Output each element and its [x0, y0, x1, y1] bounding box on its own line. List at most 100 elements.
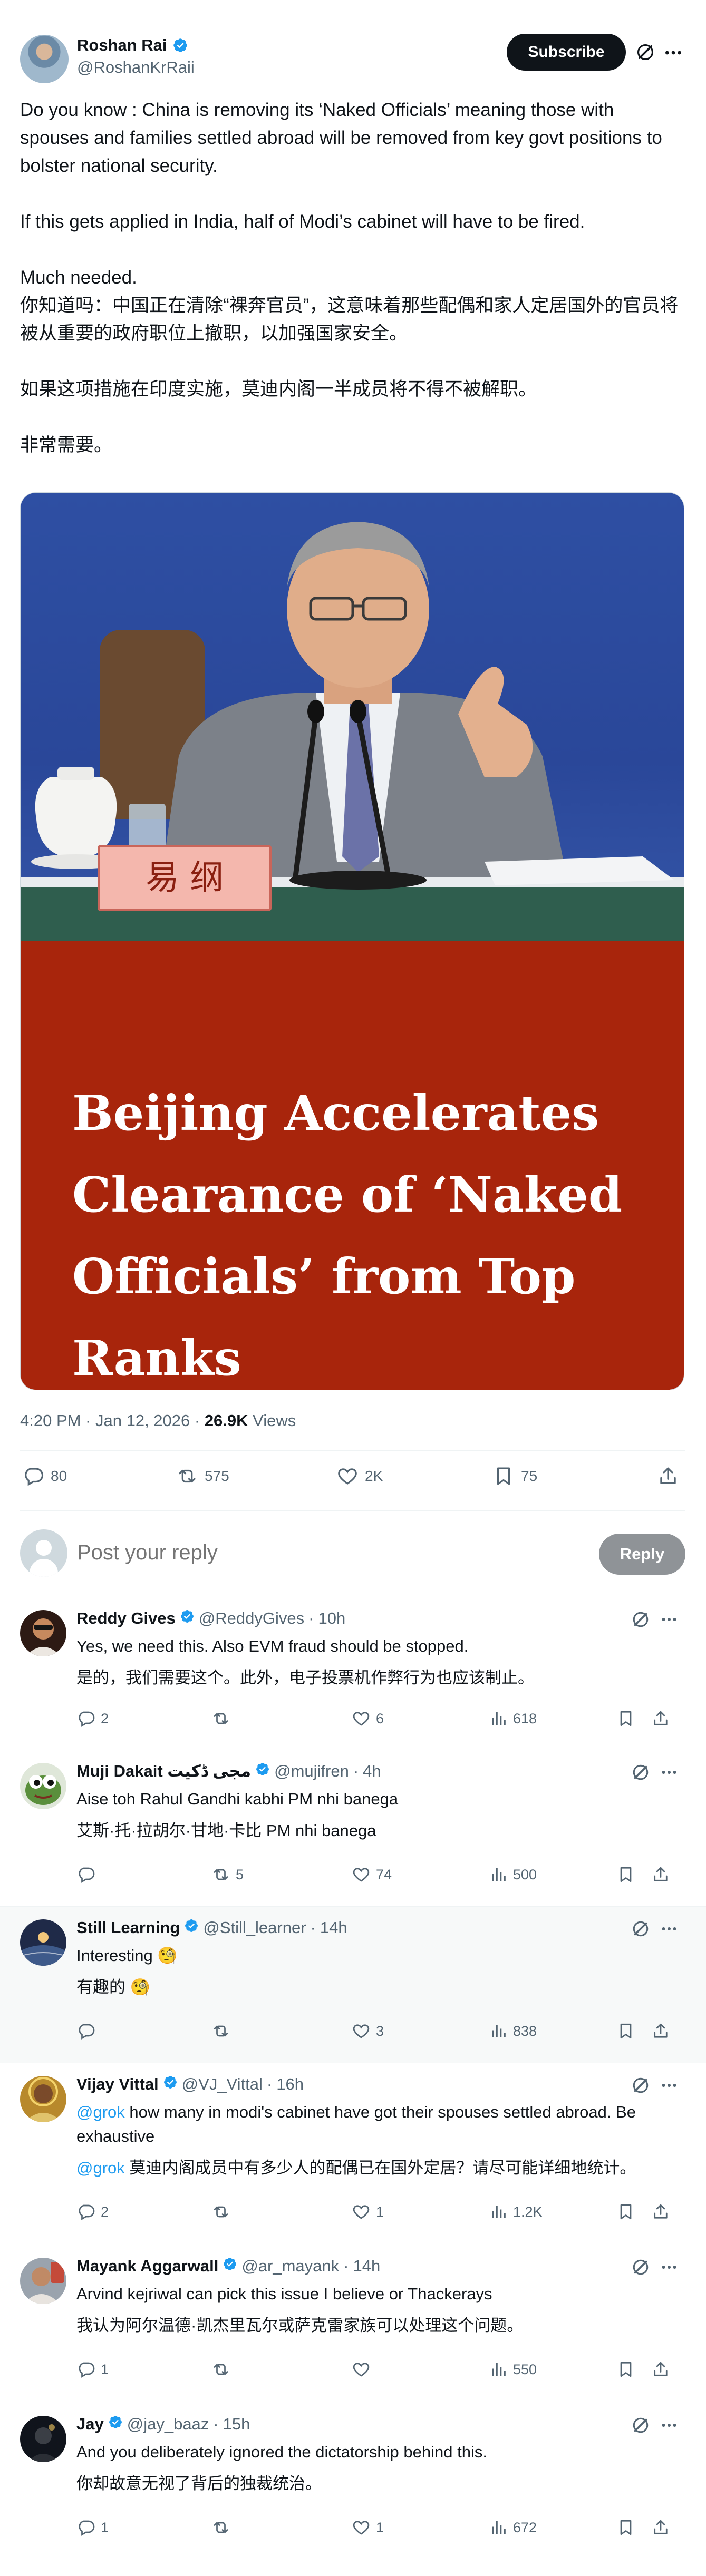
- bookmark-button[interactable]: 75: [492, 1465, 537, 1487]
- grok-icon[interactable]: [631, 1610, 650, 1629]
- repost-button[interactable]: [211, 2202, 236, 2221]
- share-button[interactable]: [657, 1465, 679, 1487]
- reply-avatar[interactable]: [20, 2076, 66, 2122]
- reply-time[interactable]: 15h: [223, 2415, 250, 2434]
- mention-link[interactable]: @grok: [76, 2159, 125, 2177]
- reply-button[interactable]: [76, 2022, 101, 2041]
- more-icon[interactable]: [660, 1763, 679, 1782]
- share-button[interactable]: [651, 2518, 670, 2537]
- mention-link[interactable]: @grok: [76, 2103, 125, 2121]
- tweet-media[interactable]: 易 纲 Beijing Accelerates Clearance of ‘Na…: [20, 492, 684, 1390]
- views-button[interactable]: 672: [489, 2518, 537, 2537]
- like-button[interactable]: 2K: [336, 1465, 383, 1487]
- reply-button[interactable]: [76, 1865, 101, 1884]
- reply-item[interactable]: Vijay Vittal @VJ_Vittal · 16h @grok how …: [0, 2063, 706, 2245]
- reply-item[interactable]: Mayank Aggarwall @ar_mayank · 14h Arvind…: [0, 2245, 706, 2403]
- reply-item[interactable]: Jay @jay_baaz · 15h And you deliberately…: [0, 2403, 706, 2561]
- reply-author-name[interactable]: Vijay Vittal: [76, 2075, 159, 2094]
- reply-time[interactable]: 10h: [318, 1609, 345, 1628]
- repost-button[interactable]: [211, 1709, 236, 1728]
- reply-author-name[interactable]: Reddy Gives: [76, 1609, 176, 1628]
- views-button[interactable]: 550: [489, 2360, 537, 2379]
- views-button[interactable]: 838: [489, 2022, 537, 2041]
- reply-author-handle[interactable]: @ar_mayank: [241, 2257, 339, 2276]
- bookmark-button[interactable]: [616, 1709, 635, 1728]
- bookmark-button[interactable]: [616, 2518, 635, 2537]
- repost-button[interactable]: 5: [211, 1865, 244, 1884]
- grok-icon[interactable]: [631, 2258, 650, 2277]
- more-icon[interactable]: [660, 1610, 679, 1629]
- grok-icon[interactable]: [635, 42, 655, 62]
- reply-time[interactable]: 16h: [276, 2075, 304, 2094]
- reply-button[interactable]: 2: [76, 1709, 109, 1728]
- like-button[interactable]: 74: [352, 1865, 392, 1884]
- more-icon[interactable]: [660, 2076, 679, 2095]
- reply-button[interactable]: 2: [76, 2202, 109, 2221]
- reply-author-handle[interactable]: @Still_learner: [203, 1918, 306, 1937]
- reply-author-handle[interactable]: @VJ_Vittal: [182, 2075, 263, 2094]
- repost-button[interactable]: [211, 2022, 236, 2041]
- tweet-timestamp[interactable]: 4:20 PM · Jan 12, 2026 ·: [20, 1411, 205, 1430]
- grok-icon[interactable]: [631, 1919, 650, 1938]
- reply-author-handle[interactable]: @mujifren: [274, 1762, 349, 1781]
- like-button[interactable]: 3: [352, 2022, 384, 2041]
- share-button[interactable]: [651, 2360, 670, 2379]
- reply-avatar[interactable]: [20, 2416, 66, 2462]
- share-button[interactable]: [651, 1709, 670, 1728]
- reply-avatar[interactable]: [20, 1919, 66, 1966]
- repost-button[interactable]: [211, 2518, 236, 2537]
- author-avatar[interactable]: [20, 35, 69, 83]
- current-user-avatar[interactable]: [20, 1529, 67, 1577]
- reply-avatar[interactable]: [20, 1610, 66, 1656]
- bookmark-icon: [620, 2204, 632, 2220]
- reply-button[interactable]: 80: [22, 1465, 67, 1487]
- reply-submit-button[interactable]: Reply: [599, 1534, 685, 1575]
- share-button[interactable]: [651, 2022, 670, 2041]
- reply-item[interactable]: Reddy Gives @ReddyGives · 10h Yes, we ne…: [0, 1597, 706, 1750]
- bookmark-button[interactable]: [616, 2022, 635, 2041]
- more-icon[interactable]: [663, 42, 684, 63]
- views-button[interactable]: 618: [489, 1709, 537, 1728]
- author-name[interactable]: Roshan Rai: [77, 36, 167, 55]
- reply-avatar[interactable]: [20, 2258, 66, 2304]
- grok-icon[interactable]: [631, 2076, 650, 2095]
- views-button[interactable]: 500: [489, 1865, 537, 1884]
- more-icon[interactable]: [660, 1919, 679, 1938]
- more-icon[interactable]: [660, 2416, 679, 2435]
- reply-item[interactable]: Still Learning @Still_learner · 14h Inte…: [0, 1907, 706, 2063]
- media-photo[interactable]: 易 纲: [21, 493, 684, 941]
- bookmark-button[interactable]: [616, 2360, 635, 2379]
- reply-author-name[interactable]: Mayank Aggarwall: [76, 2257, 218, 2276]
- repost-button[interactable]: [211, 2360, 236, 2379]
- reply-button[interactable]: 1: [76, 2360, 109, 2379]
- like-button[interactable]: 1: [352, 2518, 384, 2537]
- reply-avatar[interactable]: [20, 1763, 66, 1809]
- reply-author-name[interactable]: Still Learning: [76, 1918, 180, 1937]
- reply-author-name[interactable]: Muji Dakait مجی ڈکیت: [76, 1762, 251, 1781]
- author-handle[interactable]: @RoshanKrRaii: [77, 58, 195, 77]
- bookmark-icon: [620, 2362, 632, 2377]
- reply-author-handle[interactable]: @jay_baaz: [127, 2415, 209, 2434]
- reply-time[interactable]: 14h: [320, 1918, 347, 1937]
- grok-icon[interactable]: [631, 2416, 650, 2435]
- like-button[interactable]: 6: [352, 1709, 384, 1728]
- views-button[interactable]: 1.2K: [489, 2202, 543, 2221]
- subscribe-button[interactable]: Subscribe: [507, 34, 626, 71]
- repost-button[interactable]: 575: [176, 1465, 229, 1487]
- author-name-row[interactable]: Roshan Rai: [77, 36, 195, 55]
- reply-time[interactable]: 4h: [363, 1762, 381, 1781]
- reply-author-handle[interactable]: @ReddyGives: [199, 1609, 304, 1628]
- reply-item[interactable]: Muji Dakait مجی ڈکیت @mujifren · 4h Aise…: [0, 1750, 706, 1907]
- reply-button[interactable]: 1: [76, 2518, 109, 2537]
- more-icon[interactable]: [660, 2258, 679, 2277]
- bookmark-button[interactable]: [616, 2202, 635, 2221]
- reply-input[interactable]: [77, 1541, 499, 1565]
- share-button[interactable]: [651, 1865, 670, 1884]
- reply-author-name[interactable]: Jay: [76, 2415, 104, 2434]
- share-button[interactable]: [651, 2202, 670, 2221]
- like-button[interactable]: 1: [352, 2202, 384, 2221]
- reply-time[interactable]: 14h: [353, 2257, 380, 2276]
- grok-icon[interactable]: [631, 1763, 650, 1782]
- bookmark-button[interactable]: [616, 1865, 635, 1884]
- like-button[interactable]: [352, 2360, 376, 2379]
